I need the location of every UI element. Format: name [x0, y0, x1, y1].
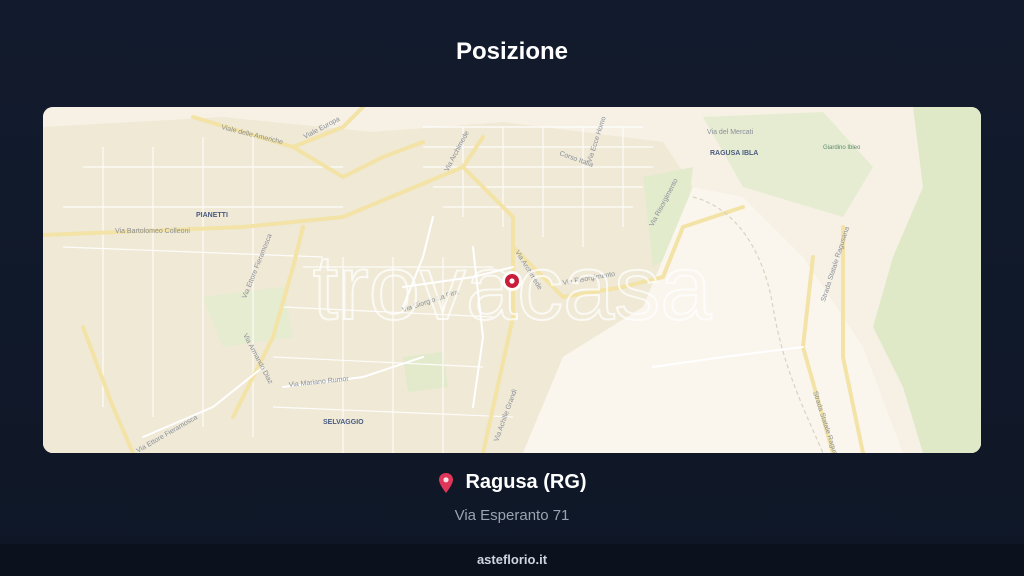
map-view[interactable]: Viale delle Americhe Viale Europa Via Ar…	[43, 107, 981, 453]
label-ragusa-ibla: RAGUSA IBLA	[710, 150, 758, 157]
location-info: Ragusa (RG) Via Esperanto 71	[0, 471, 1024, 524]
label-selvaggio: SELVAGGIO	[323, 419, 364, 426]
map-canvas[interactable]: Viale delle Americhe Viale Europa Via Ar…	[43, 107, 981, 453]
page-title: Posizione	[455, 38, 569, 65]
label-via-colleoni: Via Bartolomeo Colleoni	[115, 228, 190, 235]
map-pin-icon	[437, 472, 455, 494]
location-marker[interactable]	[502, 271, 522, 291]
footer-site[interactable]: asteflorio.it	[0, 544, 1024, 576]
location-city: Ragusa (RG)	[465, 471, 587, 493]
location-address: Via Esperanto 71	[454, 506, 570, 524]
green-park-south	[403, 352, 448, 392]
label-via-mercati: Via del Mercati	[707, 129, 754, 136]
label-giardino-ibleo: Giardino Ibleo	[823, 145, 861, 151]
label-pianetti: PIANETTI	[196, 212, 228, 219]
location-city-line: Ragusa (RG)	[437, 471, 587, 494]
